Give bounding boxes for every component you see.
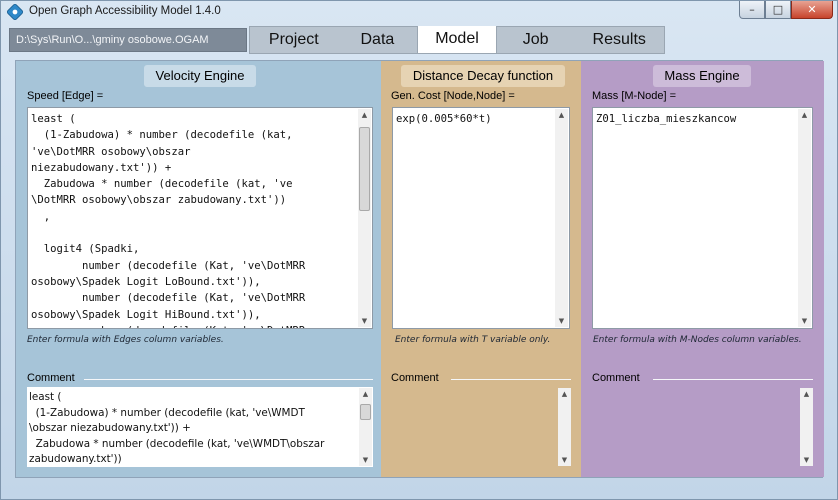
speed-formula-scrollbar[interactable]: ▲ ▼: [358, 109, 371, 327]
velocity-comment-text: least ( (1-Zabudowa) * number (decodefil…: [29, 391, 325, 465]
window-title: Open Graph Accessibility Model 1.4.0: [29, 5, 221, 17]
distance-comment-divider: [451, 379, 571, 380]
tab-job[interactable]: Job: [497, 27, 575, 53]
scroll-thumb[interactable]: [360, 404, 371, 420]
mass-engine-panel: Mass Engine Mass [M-Node] = Z01_liczba_m…: [581, 61, 824, 477]
velocity-engine-panel: Velocity Engine Speed [Edge] = least ( (…: [16, 61, 381, 477]
tab-project[interactable]: Project: [250, 27, 338, 53]
scroll-down-icon[interactable]: ▼: [798, 315, 811, 327]
gen-cost-formula-text: exp(0.005*60*t): [396, 113, 492, 125]
tab-data[interactable]: Data: [338, 27, 418, 53]
mass-formula-hint: Enter formula with M-Nodes column variab…: [593, 335, 802, 345]
scroll-up-icon[interactable]: ▲: [798, 109, 811, 121]
scroll-up-icon[interactable]: ▲: [358, 109, 371, 121]
maximize-button[interactable]: □: [765, 1, 791, 19]
scroll-up-icon[interactable]: ▲: [359, 388, 372, 400]
mass-formula-text: Z01_liczba_mieszkancow: [596, 113, 737, 125]
project-path: D:\Sys\Run\O...\gminy osobowe.OGAM: [9, 28, 247, 52]
scroll-down-icon[interactable]: ▼: [800, 454, 813, 466]
speed-formula-hint: Enter formula with Edges column variable…: [27, 335, 224, 345]
tab-results[interactable]: Results: [574, 27, 664, 53]
scroll-up-icon[interactable]: ▲: [800, 388, 813, 400]
model-content: Velocity Engine Speed [Edge] = least ( (…: [15, 60, 824, 478]
scroll-up-icon[interactable]: ▲: [555, 109, 568, 121]
minimize-button[interactable]: –: [739, 1, 765, 19]
tab-model[interactable]: Model: [417, 26, 497, 53]
scroll-up-icon[interactable]: ▲: [558, 388, 571, 400]
panel-title-velocity: Velocity Engine: [144, 65, 256, 87]
gen-cost-scrollbar[interactable]: ▲ ▼: [555, 109, 568, 327]
toolbar-row: D:\Sys\Run\O...\gminy osobowe.OGAM Proje…: [7, 25, 833, 55]
panel-title-distance: Distance Decay function: [401, 65, 565, 87]
gen-cost-formula-input[interactable]: exp(0.005*60*t) ▲ ▼: [392, 107, 570, 329]
mass-node-label: Mass [M-Node] =: [592, 90, 677, 102]
gen-cost-label: Gen. Cost [Node,Node] =: [391, 90, 515, 102]
velocity-comment-input[interactable]: least ( (1-Zabudowa) * number (decodefil…: [27, 387, 373, 467]
gen-cost-hint: Enter formula with T variable only.: [395, 335, 551, 345]
scroll-down-icon[interactable]: ▼: [558, 454, 571, 466]
mass-comment-label: Comment: [592, 372, 640, 384]
speed-formula-text: least ( (1-Zabudowa) * number (decodefil…: [31, 113, 306, 328]
distance-comment-scrollbar[interactable]: ▲ ▼: [558, 388, 571, 466]
app-window: Open Graph Accessibility Model 1.4.0 – □…: [0, 0, 838, 500]
mass-formula-scrollbar[interactable]: ▲ ▼: [798, 109, 811, 327]
scroll-thumb[interactable]: [359, 127, 370, 211]
speed-formula-input[interactable]: least ( (1-Zabudowa) * number (decodefil…: [27, 107, 373, 329]
mass-comment-input[interactable]: ▲ ▼: [592, 387, 813, 467]
window-controls: – □ ✕: [739, 1, 833, 19]
scroll-down-icon[interactable]: ▼: [359, 454, 372, 466]
velocity-comment-scrollbar[interactable]: ▲ ▼: [359, 388, 372, 466]
close-button[interactable]: ✕: [791, 1, 833, 19]
mass-formula-input[interactable]: Z01_liczba_mieszkancow ▲ ▼: [592, 107, 813, 329]
distance-comment-label: Comment: [391, 372, 439, 384]
tab-bar: Project Data Model Job Results: [249, 26, 665, 54]
velocity-comment-label: Comment: [27, 372, 75, 384]
app-logo-icon: [5, 2, 25, 22]
scroll-down-icon[interactable]: ▼: [555, 315, 568, 327]
panel-title-mass: Mass Engine: [653, 65, 751, 87]
distance-decay-panel: Distance Decay function Gen. Cost [Node,…: [381, 61, 581, 477]
mass-comment-divider: [653, 379, 813, 380]
scroll-down-icon[interactable]: ▼: [358, 315, 371, 327]
speed-edge-label: Speed [Edge] =: [27, 90, 104, 102]
distance-comment-input[interactable]: ▲ ▼: [391, 387, 571, 467]
mass-comment-scrollbar[interactable]: ▲ ▼: [800, 388, 813, 466]
title-bar[interactable]: Open Graph Accessibility Model 1.4.0 – □…: [1, 1, 837, 23]
velocity-comment-divider: [84, 379, 373, 380]
